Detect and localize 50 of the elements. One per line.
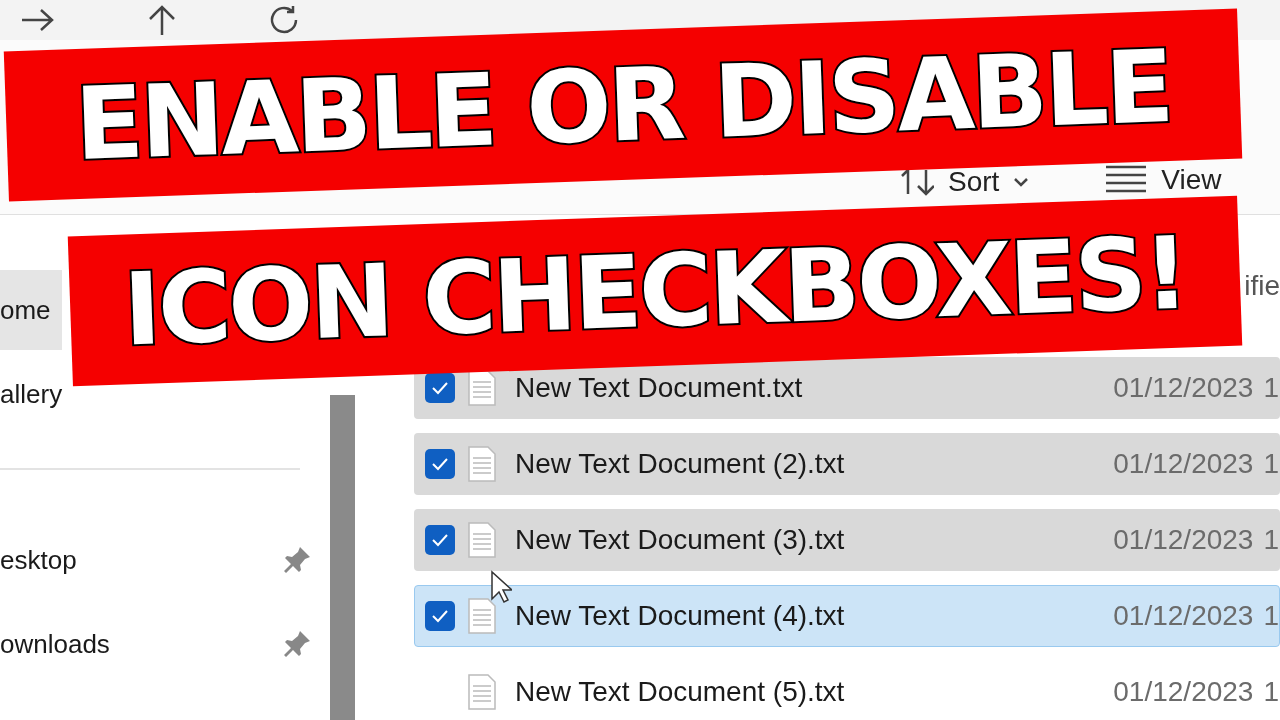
checkbox[interactable]: [425, 449, 455, 479]
checkbox[interactable]: [425, 525, 455, 555]
file-row[interactable]: New Text Document (3).txt 01/12/2023 1: [414, 509, 1280, 571]
sort-button[interactable]: Sort: [900, 168, 1030, 196]
text-file-icon: [467, 598, 497, 634]
date-text: 01/12/2023: [1113, 371, 1254, 405]
file-name: New Text Document (4).txt: [515, 599, 845, 633]
sort-icon: [900, 168, 934, 196]
file-name: New Text Document (3).txt: [515, 523, 845, 557]
file-row[interactable]: New Text Document (2).txt 01/12/2023 1: [414, 433, 1280, 495]
checkbox[interactable]: [425, 373, 455, 403]
file-name: New Text Document (2).txt: [515, 447, 845, 481]
pin-icon: [282, 629, 312, 659]
column-header[interactable]: ifie: [1244, 265, 1280, 307]
scrollbar-thumb[interactable]: [330, 395, 355, 720]
sidebar-item[interactable]: ownloads: [0, 604, 330, 684]
sidebar-label: ownloads: [0, 627, 110, 661]
date-text: 01/12/2023: [1113, 523, 1254, 557]
forward-icon[interactable]: [20, 7, 56, 33]
text-file-icon: [467, 370, 497, 406]
sidebar-item[interactable]: ome: [0, 270, 62, 350]
checkbox[interactable]: [425, 601, 455, 631]
cursor-icon: [490, 570, 512, 604]
file-row[interactable]: New Text Document.txt 01/12/2023 1: [414, 357, 1280, 419]
refresh-icon[interactable]: [268, 4, 300, 36]
date-text: 01/12/2023: [1113, 599, 1254, 633]
file-row[interactable]: New Text Document (5).txt 01/12/2023 1: [414, 661, 1280, 720]
title-text: ENABLE OR DISABLE: [73, 43, 1173, 167]
pin-icon: [282, 545, 312, 575]
sidebar-item[interactable]: allery: [0, 354, 62, 434]
file-name: New Text Document.txt: [515, 371, 803, 405]
text-file-icon: [467, 674, 497, 710]
time-text: 1: [1263, 447, 1279, 481]
title-text: ICON CHECKBOXES!: [122, 230, 1188, 352]
file-row[interactable]: New Text Document (4).txt 01/12/2023 1: [414, 585, 1280, 647]
chevron-down-icon: [1013, 177, 1030, 187]
sidebar-label: ome: [0, 293, 51, 327]
sidebar-label: allery: [0, 377, 63, 411]
file-name: New Text Document (5).txt: [515, 675, 845, 709]
time-text: 1: [1263, 675, 1279, 709]
sidebar-item[interactable]: esktop: [0, 520, 330, 600]
text-file-icon: [467, 522, 497, 558]
view-button[interactable]: View: [1105, 164, 1222, 196]
date-text: 01/12/2023: [1113, 447, 1254, 481]
time-text: 1: [1263, 599, 1279, 633]
sidebar-label: esktop: [0, 543, 77, 577]
time-text: 1: [1263, 523, 1279, 557]
text-file-icon: [467, 446, 497, 482]
date-text: 01/12/2023: [1113, 675, 1254, 709]
time-text: 1: [1263, 371, 1279, 405]
